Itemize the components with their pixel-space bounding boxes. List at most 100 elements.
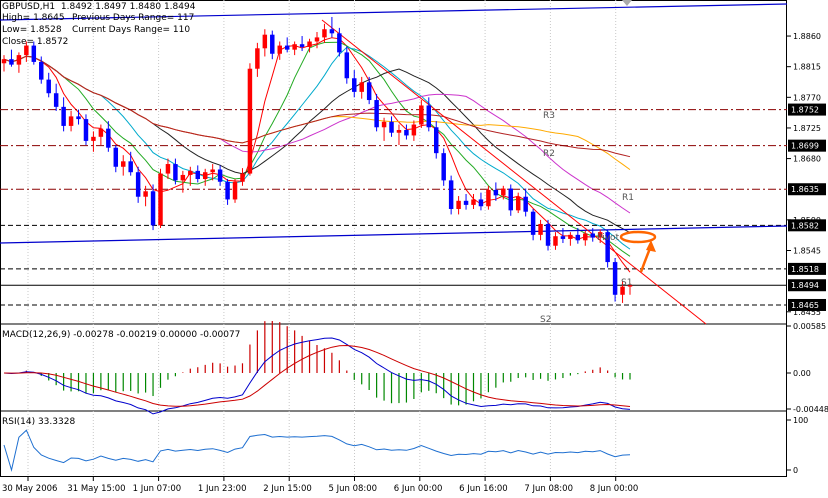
chart-shift-icon[interactable] <box>622 0 632 6</box>
candle-body <box>501 188 506 196</box>
candle-body <box>128 161 133 173</box>
close-info: Close= 1.8572 <box>2 37 69 47</box>
macd-tick-label: 0.00 <box>793 369 811 378</box>
s1-label: S1 <box>621 278 632 288</box>
candle-body <box>106 128 111 148</box>
vertical-grid <box>27 0 617 477</box>
r2-label: R2 <box>543 149 555 159</box>
candle-body <box>538 223 543 235</box>
candle-body <box>76 116 81 120</box>
pivot-label: Pivot <box>597 233 620 243</box>
candle-body <box>419 105 424 125</box>
candle-body <box>344 52 350 79</box>
candle-body <box>262 34 268 49</box>
price-tick-label: 1.8815 <box>793 63 821 72</box>
candle-body <box>53 93 59 107</box>
candle-body <box>434 127 439 154</box>
price-tag-label: 1.8752 <box>791 106 819 115</box>
candle-body <box>575 234 581 241</box>
candle-body <box>381 121 387 128</box>
price-tick-label: 1.8680 <box>793 155 821 164</box>
candle-body <box>307 41 312 47</box>
candle-body <box>590 233 595 238</box>
candle-body <box>515 196 521 211</box>
price-tag-label: 1.8494 <box>791 281 819 290</box>
candle-body <box>404 130 409 136</box>
time-tick-label: 6 Jun 16:00 <box>459 484 508 494</box>
candle-body <box>493 189 499 196</box>
moving-average-lines <box>3 37 631 273</box>
candle-body <box>9 59 14 65</box>
price-tick-label: 1.8860 <box>793 32 821 41</box>
low-info: Low= 1.8528 <box>2 25 62 35</box>
candle-body <box>568 234 573 239</box>
candle-body <box>255 48 260 69</box>
candle-body <box>210 169 215 173</box>
symbol-info: GBPUSD,H1 1.8492 1.8497 1.8480 1.8494 <box>2 2 196 12</box>
candle-body <box>173 164 178 181</box>
rsi-pane: 100 0 <box>3 416 808 475</box>
high-info: High= 1.8645 <box>2 13 65 23</box>
price-tag-label: 1.8465 <box>791 301 819 310</box>
candle-body <box>329 29 335 34</box>
rsi-tick-label: 0 <box>793 466 798 475</box>
candle-body <box>158 173 163 226</box>
chart-frame <box>0 0 787 477</box>
macd-title: MACD(12,26,9) -0.00278 -0.00219 0.00000 … <box>2 330 240 340</box>
time-tick-label: 31 May 15:00 <box>67 484 125 494</box>
time-tick-label: 6 Jun 00:00 <box>394 484 443 494</box>
chart-canvas[interactable]: R3 R2 R1 Pivot S1 S2 1.8860 1.8815 1.8770 1… <box>0 0 828 495</box>
candle-body <box>39 61 44 80</box>
candle-body <box>46 79 51 94</box>
pivot-level-lines <box>0 109 787 306</box>
time-axis: 30 May 2006 31 May 15:00 1 Jun 07:00 1 Jun … <box>2 477 638 494</box>
candle-body <box>583 233 588 241</box>
candle-body <box>247 68 253 174</box>
candle-body <box>83 119 89 141</box>
candle-body <box>1 59 7 64</box>
candle-body <box>165 164 171 174</box>
candle-body <box>143 191 148 197</box>
orange-annotation[interactable] <box>619 230 657 273</box>
candle-body <box>545 223 551 246</box>
time-tick-label: 8 Jun 00:00 <box>590 484 639 494</box>
candle-body <box>180 174 186 181</box>
time-tick-label: 7 Jun 08:00 <box>524 484 573 494</box>
candle-body <box>292 44 297 50</box>
candle-body <box>486 189 491 207</box>
candle-body <box>426 105 432 128</box>
candle-body <box>448 180 454 209</box>
candle-body <box>240 173 245 182</box>
lower-channel-line[interactable] <box>0 225 788 244</box>
candlesticks <box>1 16 633 303</box>
candle-body <box>530 211 536 235</box>
candle-body <box>396 130 402 133</box>
candle-body <box>232 181 238 200</box>
candle-body <box>352 78 357 92</box>
moving-average-line <box>3 55 631 234</box>
chart-window[interactable]: R3 R2 R1 Pivot S1 S2 1.8860 1.8815 1.8770 1… <box>0 0 828 495</box>
macd-tick-label: -0.00448 <box>793 405 828 414</box>
r3-label: R3 <box>543 111 555 121</box>
candle-body <box>456 200 461 209</box>
previous-range-info: Previous Days Range= 117 <box>72 13 195 23</box>
downtrend-line[interactable] <box>321 19 707 325</box>
macd-tick-label: 0.00585 <box>793 322 826 331</box>
candle-body <box>441 153 446 181</box>
candle-body <box>560 236 566 239</box>
current-range-info: Current Days Range= 110 <box>72 25 191 35</box>
time-tick-label: 30 May 2006 <box>2 484 57 494</box>
candle-body <box>314 37 320 42</box>
highlight-ellipse[interactable] <box>619 230 657 244</box>
price-tick-label: 1.8725 <box>793 124 821 133</box>
candle-body <box>135 172 141 197</box>
s2-label: S2 <box>540 315 551 325</box>
candle-body <box>61 106 66 126</box>
candle-body <box>471 199 476 205</box>
candle-body <box>463 200 469 205</box>
candle-body <box>277 45 282 54</box>
price-axis[interactable]: 1.88601.88151.87701.87251.86801.85901.85… <box>787 32 826 317</box>
candle-body <box>98 128 104 137</box>
candle-body <box>411 124 417 136</box>
candle-body <box>91 136 96 141</box>
